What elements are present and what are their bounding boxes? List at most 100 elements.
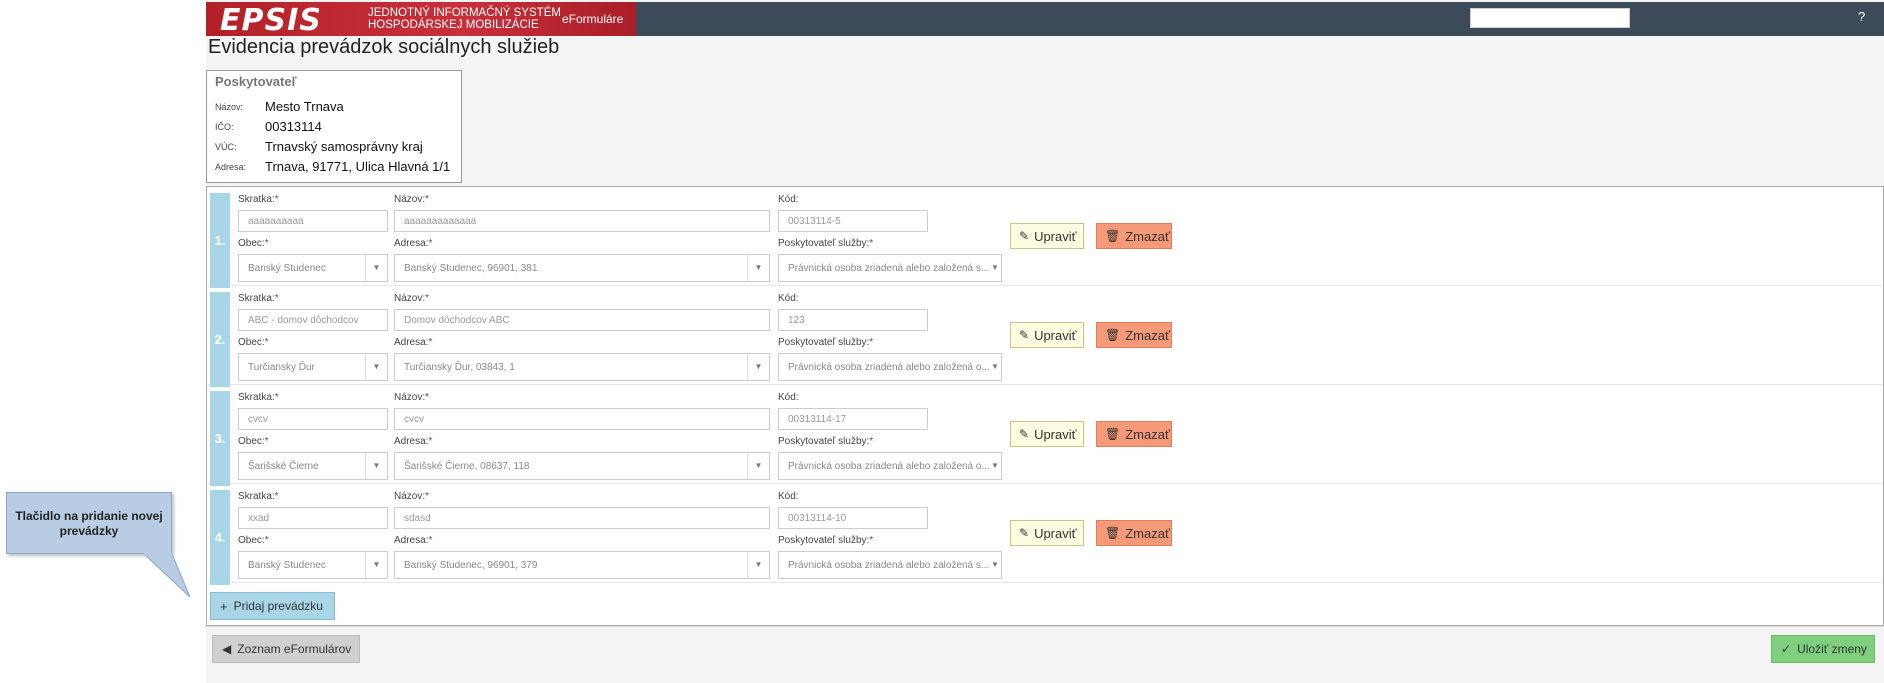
establishment-row: 1. Skratka:* aaaaaaaaaa Názov:* aaaaaaaaaaaa… <box>208 190 1882 288</box>
add-establishment-button[interactable]: + Pridaj prevádzku <box>210 592 335 620</box>
abbreviation-input[interactable]: xxad <box>238 507 388 529</box>
field-label-text: Poskytovateľ služby: <box>778 337 870 348</box>
field-label-text: Kód: <box>778 293 799 304</box>
field-label: Kód: <box>778 194 799 205</box>
required-marker: * <box>869 238 874 249</box>
edit-button[interactable]: ✎ Upraviť <box>1010 322 1084 348</box>
field-label: Kód: <box>778 392 799 403</box>
service-provider-select[interactable]: Právnická osoba zriadená alebo založená … <box>778 353 1002 381</box>
field-label: Poskytovateľ služby:* <box>778 238 873 249</box>
field-label: Adresa:* <box>394 436 432 447</box>
name-input[interactable]: sdasd <box>394 507 770 529</box>
chevron-down-icon[interactable]: ▼ <box>747 255 769 281</box>
provider-value: Trnava, 91771, Ulica Hlavná 1/1 <box>265 159 451 174</box>
required-marker: * <box>428 337 433 348</box>
service-provider-select[interactable]: Právnická osoba zriadená alebo založená … <box>778 254 1002 282</box>
abbreviation-input[interactable]: ABC - domov dôchodcov <box>238 309 388 331</box>
field-label-text: Obec: <box>238 238 265 249</box>
epsis-logo[interactable]: EPSIS <box>220 3 322 38</box>
service-provider-select[interactable]: Právnická osoba zriadená alebo založená … <box>778 452 1002 480</box>
callout-pointer <box>142 553 191 598</box>
chevron-down-icon[interactable]: ▼ <box>989 255 1001 281</box>
required-marker: * <box>869 337 874 348</box>
field-label-text: Poskytovateľ služby: <box>778 535 870 546</box>
municipality-select[interactable]: Šarišské Čierne ▼ <box>238 452 388 480</box>
back-arrow-icon: ◀ <box>222 642 232 656</box>
field-label: Poskytovateľ služby:* <box>778 436 873 447</box>
municipality-select[interactable]: Turčiansky Ďur ▼ <box>238 353 388 381</box>
delete-label: Zmazať <box>1125 228 1170 244</box>
field-label-text: Názov: <box>394 194 426 205</box>
address-select[interactable]: Šarišské Čierne, 08637, 118 ▼ <box>394 452 770 480</box>
delete-button[interactable]: 🗑 Zmazať <box>1096 322 1172 348</box>
address-value: Šarišské Čierne, 08637, 118 <box>404 461 530 472</box>
chevron-down-icon[interactable]: ▼ <box>365 255 387 281</box>
field-label-text: Obec: <box>238 535 265 546</box>
code-input[interactable]: 00313114-10 <box>778 507 928 529</box>
address-value: Turčiansky Ďur, 03843, 1 <box>404 362 515 373</box>
service-provider-value: Právnická osoba zriadená alebo založená … <box>788 362 990 373</box>
chevron-down-icon[interactable]: ▼ <box>747 552 769 578</box>
field-label: Adresa:* <box>394 535 432 546</box>
chevron-down-icon[interactable]: ▼ <box>365 552 387 578</box>
abbreviation-input[interactable]: aaaaaaaaaa <box>238 210 388 232</box>
field-label: Názov:* <box>394 293 429 304</box>
delete-button[interactable]: 🗑 Zmazať <box>1096 520 1172 546</box>
field-label-text: Adresa: <box>394 238 429 249</box>
municipality-select[interactable]: Banský Studenec ▼ <box>238 254 388 282</box>
chevron-down-icon[interactable]: ▼ <box>365 453 387 479</box>
abbreviation-input[interactable]: cvcv <box>238 408 388 430</box>
chevron-down-icon[interactable]: ▼ <box>365 354 387 380</box>
chevron-down-icon[interactable]: ▼ <box>747 453 769 479</box>
chevron-down-icon[interactable]: ▼ <box>1622 11 1631 21</box>
municipality-value: Banský Studenec <box>248 560 326 571</box>
user-select[interactable] <box>1470 8 1630 28</box>
edit-label: Upraviť <box>1034 426 1077 442</box>
address-select[interactable]: Banský Studenec, 96901, 379 ▼ <box>394 551 770 579</box>
back-to-list-button[interactable]: ◀ Zoznam eFormulárov <box>212 635 360 663</box>
field-label-text: Obec: <box>238 337 265 348</box>
field-label: Adresa:* <box>394 238 432 249</box>
field-label-text: Kód: <box>778 194 799 205</box>
field-label: Obec:* <box>238 238 269 249</box>
save-changes-button[interactable]: ✓ Uložiť zmeny <box>1771 635 1875 663</box>
provider-key: VÚC: <box>215 142 237 152</box>
edit-button[interactable]: ✎ Upraviť <box>1010 421 1084 447</box>
required-marker: * <box>274 491 279 502</box>
delete-button[interactable]: 🗑 Zmazať <box>1096 421 1172 447</box>
chevron-down-icon[interactable]: ▼ <box>989 552 1001 578</box>
name-input[interactable]: Domov dôchodcov ABC <box>394 309 770 331</box>
delete-button[interactable]: 🗑 Zmazať <box>1096 223 1172 249</box>
edit-button[interactable]: ✎ Upraviť <box>1010 520 1084 546</box>
field-label-text: Kód: <box>778 392 799 403</box>
code-input[interactable]: 00313114-17 <box>778 408 928 430</box>
required-marker: * <box>274 392 279 403</box>
chevron-down-icon[interactable]: ▼ <box>747 354 769 380</box>
code-input[interactable]: 123 <box>778 309 928 331</box>
field-label-text: Skratka: <box>238 491 275 502</box>
module-link[interactable]: eFormuláre <box>562 12 623 26</box>
provider-value: 00313114 <box>265 119 322 134</box>
address-select[interactable]: Banský Studenec, 96901, 381 ▼ <box>394 254 770 282</box>
plus-icon: + <box>220 598 228 614</box>
establishment-row: 3. Skratka:* cvcv Názov:* cvcv Kód: 00313114-1… <box>208 388 1882 486</box>
field-label: Skratka:* <box>238 194 279 205</box>
field-label-text: Názov: <box>394 392 426 403</box>
chevron-down-icon[interactable]: ▼ <box>989 354 1001 380</box>
municipality-select[interactable]: Banský Studenec ▼ <box>238 551 388 579</box>
address-select[interactable]: Turčiansky Ďur, 03843, 1 ▼ <box>394 353 770 381</box>
chevron-down-icon[interactable]: ▼ <box>989 453 1001 479</box>
field-label: Skratka:* <box>238 491 279 502</box>
delete-label: Zmazať <box>1125 426 1170 442</box>
help-icon[interactable]: ? <box>1858 9 1865 24</box>
service-provider-select[interactable]: Právnická osoba zriadená alebo založená … <box>778 551 1002 579</box>
edit-button[interactable]: ✎ Upraviť <box>1010 223 1084 249</box>
name-input[interactable]: aaaaaaaaaaaaa <box>394 210 770 232</box>
required-marker: * <box>274 293 279 304</box>
required-marker: * <box>869 535 874 546</box>
required-marker: * <box>264 436 269 447</box>
name-input[interactable]: cvcv <box>394 408 770 430</box>
code-input[interactable]: 00313114-5 <box>778 210 928 232</box>
required-marker: * <box>425 293 430 304</box>
provider-key: Názov: <box>215 102 244 112</box>
